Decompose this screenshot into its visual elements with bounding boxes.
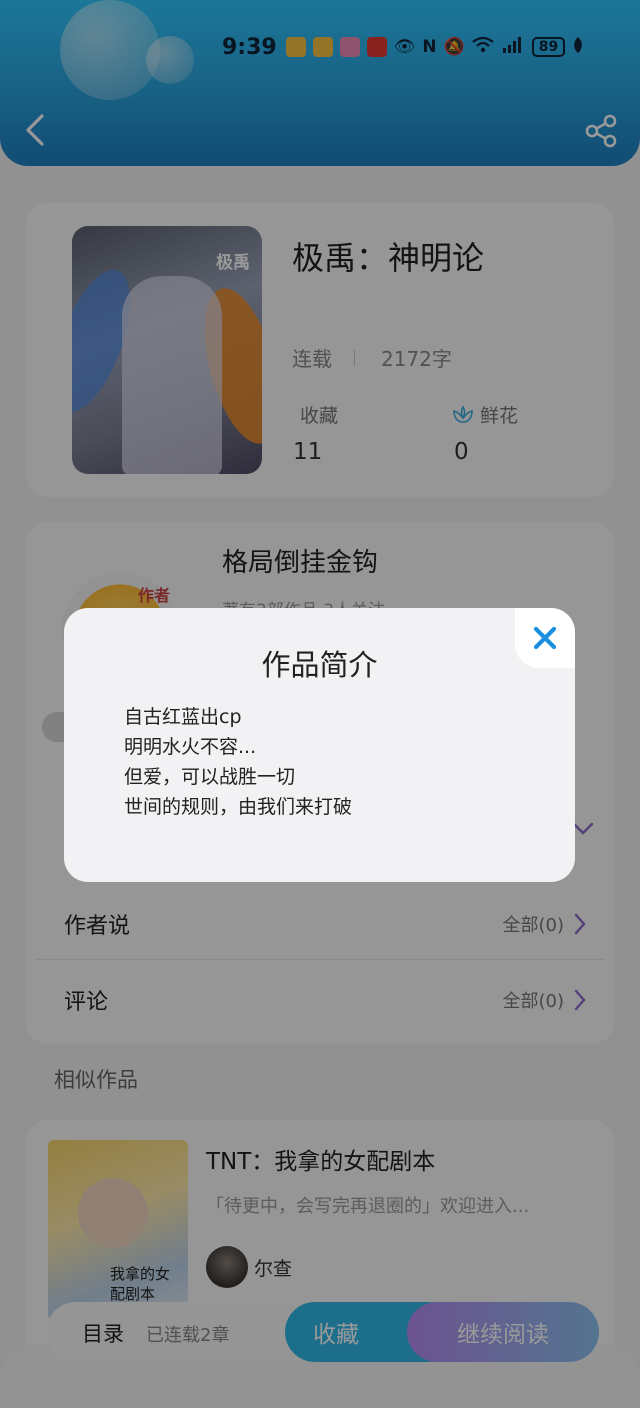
modal-title: 作品简介 — [261, 648, 378, 682]
synopsis-modal: 作品简介 自古红蓝出cp 明明水火不容... 但爱，可以战胜一切 世间的规则，由… — [64, 608, 575, 882]
synopsis-line: 自古红蓝出cp — [124, 706, 242, 728]
modal-body: 自古红蓝出cp 明明水火不容... 但爱，可以战胜一切 世间的规则，由我们来打破 — [124, 702, 352, 822]
synopsis-line: 但爱，可以战胜一切 — [124, 766, 296, 788]
close-icon — [533, 626, 557, 650]
synopsis-line: 世间的规则，由我们来打破 — [124, 796, 353, 818]
synopsis-line: 明明水火不容... — [124, 736, 257, 758]
close-button[interactable] — [515, 608, 575, 668]
